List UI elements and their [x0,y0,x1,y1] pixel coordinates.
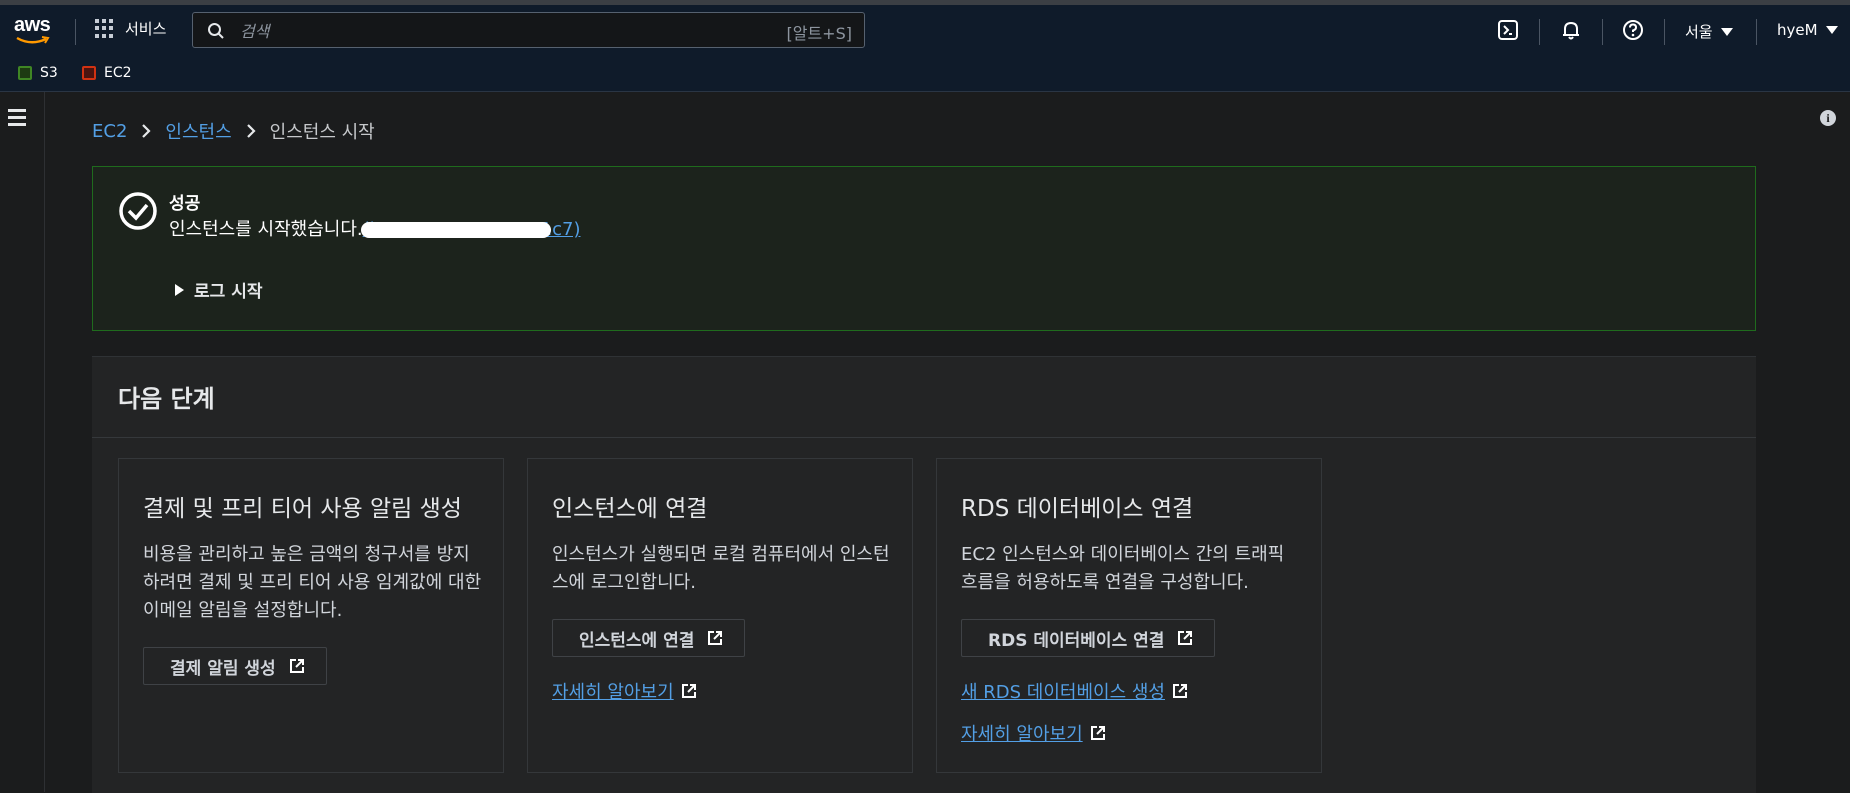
card-connect-instance: 인스턴스에 연결 인스턴스가 실행되면 로컬 컴퓨터에서 인스턴스에 로그인합니… [527,458,913,773]
external-link-icon [708,631,723,645]
breadcrumb-ec2[interactable]: EC2 [92,121,127,142]
launch-log-label: 로그 시작 [194,282,263,302]
breadcrumb-current: 인스턴스 시작 [269,122,375,143]
card-description: 인스턴스가 실행되면 로컬 컴퓨터에서 인스턴스에 로그인합니다. [552,544,890,593]
side-navigation-rail [0,92,45,792]
flash-message-text: 인스턴스를 시작했습니다. [169,219,363,240]
link-label: 자세히 알아보기 [961,724,1083,745]
region-label: 서울 [1685,23,1713,41]
aws-logo[interactable]: aws [14,14,54,48]
breadcrumb: EC2 인스턴스 인스턴스 시작 [92,118,375,144]
caret-down-icon [1720,27,1733,36]
next-steps-title: 다음 단계 [118,385,215,413]
search-input[interactable] [238,18,722,44]
caret-right-icon [175,283,184,296]
caret-down-icon [1825,26,1838,34]
top-navigation: aws 서비스 [알트+S] 서울 [0,5,1850,56]
card-billing-alerts: 결제 및 프리 티어 사용 알림 생성 비용을 관리하고 높은 금액의 청구서를… [118,458,504,773]
connect-rds-button[interactable]: RDS 데이터베이스 연결 [961,619,1216,657]
launch-log-toggle[interactable]: 로그 시작 [175,277,262,302]
success-flashbar: 성공 인스턴스를 시작했습니다.(i-0123456789a75e1c7) 로그… [92,166,1756,331]
cloudshell-icon[interactable] [1497,19,1519,41]
next-steps-header: 다음 단계 [92,357,1756,438]
search-shortcut-hint: [알트+S] [786,24,853,43]
create-rds-database-link[interactable]: 새 RDS 데이터베이스 생성 [961,678,1189,704]
favorites-bar: S3 EC2 [0,56,1850,92]
external-link-icon [1090,726,1105,740]
redaction-mark [360,222,551,238]
bell-icon[interactable] [1560,19,1582,41]
link-label: 자세히 알아보기 [552,682,674,703]
nav-divider [1756,19,1757,45]
nav-divider [1602,19,1603,45]
grid-icon [95,18,115,39]
connect-instance-button[interactable]: 인스턴스에 연결 [552,619,746,657]
info-panel-icon[interactable]: i [1820,110,1836,126]
external-link-icon [1178,631,1193,645]
flash-message: 인스턴스를 시작했습니다.(i-0123456789a75e1c7) [169,215,580,241]
button-label: 결제 알림 생성 [170,658,276,679]
nav-divider [1539,19,1540,45]
account-label: hyeM [1777,21,1818,39]
chevron-right-icon [142,124,151,138]
s3-icon [18,66,32,80]
nav-divider [75,19,76,45]
services-label: 서비스 [125,20,167,38]
success-check-icon [119,192,157,230]
aws-logo-text: aws [14,14,51,36]
services-menu-button[interactable]: 서비스 [95,18,166,39]
card-description: 비용을 관리하고 높은 금액의 청구서를 방지하려면 결제 및 프리 티어 사용… [143,544,482,621]
search-box[interactable]: [알트+S] [192,12,865,48]
card-title: 결제 및 프리 티어 사용 알림 생성 [143,496,462,522]
aws-smile-icon [16,36,50,44]
learn-more-link[interactable]: 자세히 알아보기 [552,678,698,704]
favorite-s3-label: S3 [40,65,58,81]
hamburger-menu-icon[interactable] [8,109,26,130]
region-selector[interactable]: 서울 [1685,21,1733,42]
learn-more-link[interactable]: 자세히 알아보기 [961,720,1107,746]
search-icon [208,23,224,39]
chevron-right-icon [246,124,256,138]
button-label: RDS 데이터베이스 연결 [988,630,1165,651]
external-link-icon [681,684,696,698]
nav-divider [1664,19,1665,45]
button-label: 인스턴스에 연결 [579,630,695,651]
favorite-ec2[interactable]: EC2 [82,65,132,81]
card-title: RDS 데이터베이스 연결 [961,496,1194,522]
account-menu[interactable]: hyeM [1777,21,1838,39]
help-icon[interactable] [1622,19,1644,41]
flash-title: 성공 [169,194,201,214]
instance-id-link[interactable]: (i-0123456789a75e1c7) [360,219,580,240]
link-label: 새 RDS 데이터베이스 생성 [961,682,1165,703]
create-billing-alert-button[interactable]: 결제 알림 생성 [143,647,327,685]
card-description: EC2 인스턴스와 데이터베이스 간의 트래픽 흐름을 허용하도록 연결을 구성… [961,544,1285,593]
favorite-ec2-label: EC2 [104,65,132,81]
card-rds-connect: RDS 데이터베이스 연결 EC2 인스턴스와 데이터베이스 간의 트래픽 흐름… [936,458,1322,773]
external-link-icon [1173,684,1187,698]
favorite-s3[interactable]: S3 [18,65,58,81]
breadcrumb-instances[interactable]: 인스턴스 [165,118,231,144]
external-link-icon [289,659,304,673]
ec2-icon [82,66,96,80]
next-steps-container: 다음 단계 결제 및 프리 티어 사용 알림 생성 비용을 관리하고 높은 금액… [92,356,1756,793]
card-title: 인스턴스에 연결 [552,496,708,522]
